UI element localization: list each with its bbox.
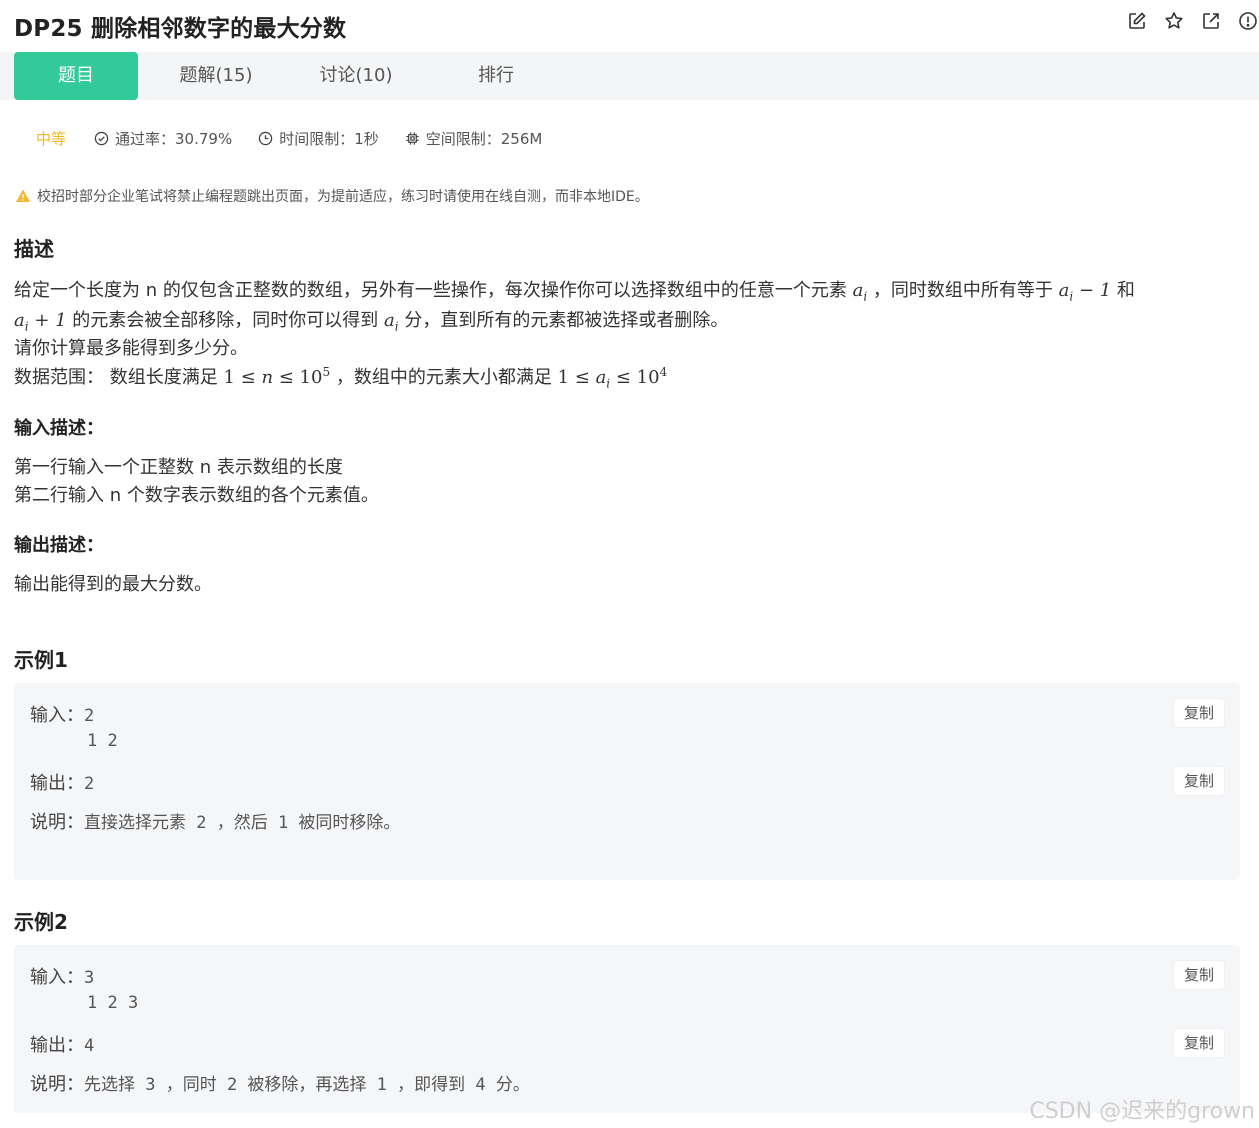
tab-discussion[interactable]: 讨论(10): [300, 52, 412, 100]
example-2-input: 输入：3: [30, 967, 95, 988]
formula-a-i-minus-1: ai − 1: [1058, 280, 1112, 304]
example-1-box: 输入：2 1 2 复制 输出：2 复制 说明：直接选择元素 2 ，然后 1 被同…: [14, 683, 1240, 880]
input-desc-line-1: 第一行输入一个正整数 n 表示数组的长度: [14, 457, 343, 478]
description-line-4: 数据范围： 数组长度满足 1 ≤ n ≤ 105 ，数组中的元素大小都满足 1 …: [14, 365, 668, 391]
time-limit: 时间限制：1秒: [258, 128, 379, 149]
title-bar: DP25 删除相邻数字的最大分数: [0, 0, 1259, 48]
memory-limit: 空间限制：256M: [405, 128, 543, 149]
formula-a-range: 1 ≤ ai ≤ 104: [557, 365, 668, 391]
copy-output-button[interactable]: 复制: [1174, 1029, 1224, 1057]
tab-bar: 题目 题解(15) 讨论(10) 排行: [0, 52, 1259, 100]
example-1-output: 输出：2: [30, 773, 95, 794]
clock-icon: [258, 131, 273, 145]
description-line-2: ai + 1 的元素会被全部移除，同时你可以得到 ai 分，直到所有的元素都被选…: [14, 310, 729, 334]
formula-a-i-score: ai: [384, 310, 399, 334]
tab-solutions[interactable]: 题解(15): [160, 52, 272, 100]
description-line-1: 给定一个长度为 n 的仅包含正整数的数组，另外有一些操作，每次操作你可以选择数组…: [14, 280, 1135, 304]
notice-text: 校招时部分企业笔试将禁止编程题跳出页面，为提前适应，练习时请使用在线自测，而非本…: [37, 189, 649, 205]
pass-rate-text: 通过率：30.79%: [115, 129, 233, 148]
difficulty-badge: 中等: [36, 129, 67, 148]
exam-notice: 校招时部分企业笔试将禁止编程题跳出页面，为提前适应，练习时请使用在线自测，而非本…: [15, 186, 649, 206]
time-limit-text: 时间限制：1秒: [279, 129, 379, 148]
formula-a-i-plus-1: ai + 1: [14, 310, 67, 334]
info-icon[interactable]: [1237, 10, 1259, 32]
output-desc-line-1: 输出能得到的最大分数。: [14, 574, 212, 595]
output-desc-heading: 输出描述：: [14, 535, 104, 556]
example-2-input-line-2: 1 2 3: [87, 993, 139, 1013]
input-desc-line-2: 第二行输入 n 个数字表示数组的各个元素值。: [14, 485, 379, 506]
formula-n-range: 1 ≤ n ≤ 105: [223, 365, 331, 388]
tab-problem[interactable]: 题目: [14, 52, 138, 100]
external-link-icon[interactable]: [1200, 10, 1222, 32]
page-title: DP25 删除相邻数字的最大分数: [14, 16, 347, 42]
edit-icon[interactable]: [1126, 10, 1148, 32]
input-desc-heading: 输入描述：: [14, 418, 104, 439]
example-2-output: 输出：4: [30, 1035, 95, 1056]
example-2-heading: 示例2: [14, 910, 68, 934]
example-2-explain: 说明：先选择 3 ，同时 2 被移除，再选择 1 ，即得到 4 分。: [30, 1074, 530, 1095]
check-circle-icon: [94, 131, 109, 145]
pass-rate: 通过率：30.79%: [94, 128, 232, 149]
formula-a-i: ai: [852, 280, 868, 304]
example-1-heading: 示例1: [14, 648, 68, 672]
watermark: CSDN @迟来的grown: [1029, 1099, 1255, 1124]
example-1-input: 输入：2: [30, 705, 95, 726]
example-1-input-line-2: 1 2: [87, 731, 118, 751]
warning-icon: [16, 189, 30, 202]
copy-input-button[interactable]: 复制: [1174, 699, 1224, 727]
problem-meta: 中等 通过率：30.79% 时间限制：1秒 空间限制：256M: [36, 126, 568, 150]
example-2-box: 输入：3 1 2 3 复制 输出：4 复制 说明：先选择 3 ，同时 2 被移除…: [14, 945, 1240, 1113]
copy-output-button[interactable]: 复制: [1174, 767, 1224, 795]
copy-input-button[interactable]: 复制: [1174, 961, 1224, 989]
title-toolbar: [1126, 10, 1259, 32]
example-1-explain: 说明：直接选择元素 2 ，然后 1 被同时移除。: [30, 812, 401, 833]
description-line-3: 请你计算最多能得到多少分。: [14, 338, 248, 359]
description-heading: 描述: [14, 237, 54, 261]
tab-ranking[interactable]: 排行: [440, 52, 552, 100]
memory-limit-text: 空间限制：256M: [425, 129, 543, 148]
star-icon[interactable]: [1163, 10, 1185, 32]
chip-icon: [406, 131, 419, 145]
